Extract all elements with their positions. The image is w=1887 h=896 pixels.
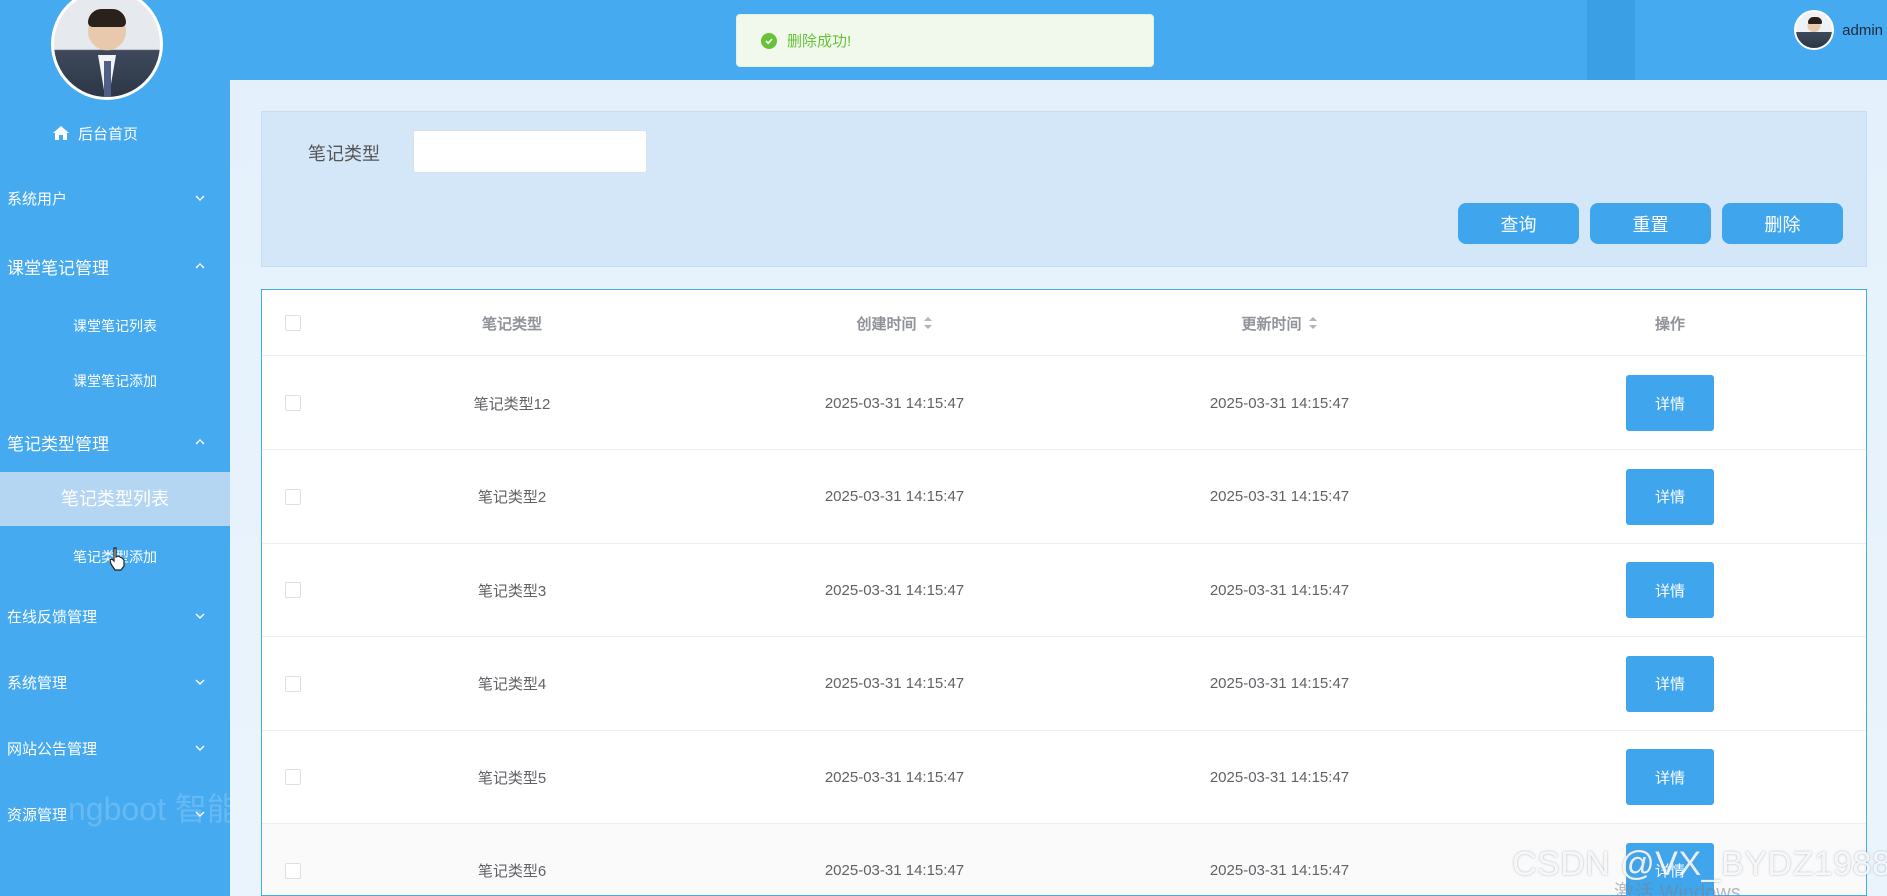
table-header: 笔记类型 创建时间 更新时间 操作 xyxy=(262,290,1866,356)
chevron-down-icon xyxy=(194,610,206,622)
row-checkbox[interactable] xyxy=(285,582,301,598)
menu-label: 网站公告管理 xyxy=(7,740,98,758)
query-button[interactable]: 查询 xyxy=(1458,203,1579,244)
cell-created-time: 2025-03-31 14:15:47 xyxy=(824,675,965,692)
cell-updated-time: 2025-03-31 14:15:47 xyxy=(1209,394,1350,412)
row-checkbox[interactable] xyxy=(285,862,301,879)
success-toast: 删除成功! xyxy=(736,14,1154,67)
cell-note-type: 笔记类型2 xyxy=(477,489,547,506)
cell-created-time: 2025-03-31 14:15:47 xyxy=(824,488,965,505)
cell-created-time: 2025-03-31 14:15:47 xyxy=(824,581,965,599)
column-header-updated[interactable]: 更新时间 xyxy=(1087,290,1472,356)
table-row: 笔记类型12 2025-03-31 14:15:47 2025-03-31 14:1… xyxy=(262,356,1866,450)
cell-updated-time: 2025-03-31 14:15:47 xyxy=(1209,675,1350,692)
cell-note-type: 笔记类型6 xyxy=(477,863,547,880)
topbar-divider xyxy=(1587,0,1635,80)
sidebar-menu-announcements[interactable]: 网站公告管理 xyxy=(0,736,230,760)
chevron-down-icon xyxy=(194,192,206,204)
menu-label: 系统管理 xyxy=(7,674,68,692)
sidebar-menu-resources[interactable]: 资源管理 xyxy=(0,802,230,826)
chevron-up-icon xyxy=(194,436,206,448)
delete-button[interactable]: 删除 xyxy=(1722,203,1843,244)
reset-button[interactable]: 重置 xyxy=(1590,203,1711,244)
menu-label: 笔记类型管理 xyxy=(7,434,109,454)
search-panel: 笔记类型 查询 重置 删除 xyxy=(261,111,1867,267)
row-checkbox[interactable] xyxy=(285,488,301,505)
sidebar-menu-system-users[interactable]: 系统用户 xyxy=(0,186,230,210)
windows-activation-watermark: 激活 Windows xyxy=(1614,882,1741,896)
cell-note-type: 笔记类型4 xyxy=(477,676,547,693)
menu-label: 系统用户 xyxy=(7,190,68,208)
sidebar-avatar xyxy=(51,0,163,100)
chevron-down-icon xyxy=(194,676,206,688)
chevron-down-icon xyxy=(194,808,206,820)
detail-button[interactable]: 详情 xyxy=(1626,562,1714,618)
user-menu[interactable]: admin xyxy=(1794,10,1887,50)
sidebar-home-link[interactable]: 后台首页 xyxy=(52,122,138,144)
table-row: 笔记类型5 2025-03-31 14:15:47 2025-03-31 14:15… xyxy=(262,730,1866,824)
note-type-search-input[interactable] xyxy=(413,130,647,173)
row-checkbox[interactable] xyxy=(285,769,301,785)
sidebar-menu-system[interactable]: 系统管理 xyxy=(0,670,230,694)
data-table: 笔记类型 创建时间 更新时间 操作 笔记类型12 2025-03-31 14:15… xyxy=(261,289,1867,896)
sidebar-item-note-types-list[interactable]: 笔记类型列表 xyxy=(0,472,230,526)
row-checkbox[interactable] xyxy=(285,395,301,411)
search-label: 笔记类型 xyxy=(308,144,380,164)
toast-message: 删除成功! xyxy=(787,33,852,50)
sidebar-item-class-notes-list[interactable]: 课堂笔记列表 xyxy=(0,316,230,336)
cell-note-type: 笔记类型12 xyxy=(473,395,551,413)
sidebar: 后台首页 系统用户 课堂笔记管理 课堂笔记列表 课堂笔记添加 笔记类型管理 笔记… xyxy=(0,0,230,896)
cell-actions: 详情 xyxy=(1472,543,1866,637)
sidebar-menu-note-types[interactable]: 笔记类型管理 xyxy=(0,429,230,455)
table-row: 笔记类型3 2025-03-31 14:15:47 2025-03-31 14:15… xyxy=(262,543,1866,637)
detail-button[interactable]: 详情 xyxy=(1626,749,1714,805)
chevron-down-icon xyxy=(194,742,206,754)
home-icon xyxy=(52,125,70,141)
cell-created-time: 2025-03-31 14:15:47 xyxy=(824,862,965,879)
table-row: 笔记类型2 2025-03-31 14:15:47 2025-03-31 14:15… xyxy=(262,450,1866,544)
check-circle-icon xyxy=(761,32,777,49)
sort-icon[interactable] xyxy=(923,315,933,331)
avatar-image xyxy=(54,0,160,97)
cell-note-type: 笔记类型5 xyxy=(477,769,547,787)
cell-note-type: 笔记类型3 xyxy=(477,582,547,600)
menu-label: 资源管理 xyxy=(7,806,68,824)
sidebar-menu-class-notes[interactable]: 课堂笔记管理 xyxy=(0,253,230,279)
sidebar-item-class-notes-add[interactable]: 课堂笔记添加 xyxy=(0,371,230,391)
row-checkbox[interactable] xyxy=(285,675,301,692)
column-header-actions: 操作 xyxy=(1654,315,1685,333)
cell-updated-time: 2025-03-31 14:15:47 xyxy=(1209,488,1350,505)
sort-icon[interactable] xyxy=(1308,315,1318,331)
cell-created-time: 2025-03-31 14:15:47 xyxy=(824,394,965,412)
cell-actions: 详情 xyxy=(1472,356,1866,450)
menu-label: 课堂笔记管理 xyxy=(7,258,109,278)
cell-actions: 详情 xyxy=(1472,637,1866,731)
detail-button[interactable]: 详情 xyxy=(1626,655,1714,712)
chevron-up-icon xyxy=(194,260,206,272)
cell-actions: 详情 xyxy=(1472,730,1866,824)
cell-updated-time: 2025-03-31 14:15:47 xyxy=(1209,862,1350,879)
column-header-created[interactable]: 创建时间 xyxy=(702,290,1087,356)
home-label: 后台首页 xyxy=(78,125,139,143)
cell-actions: 详情 xyxy=(1472,450,1866,544)
cell-updated-time: 2025-03-31 14:15:47 xyxy=(1209,768,1350,786)
mouse-cursor-icon xyxy=(108,546,126,572)
menu-label: 在线反馈管理 xyxy=(7,608,98,626)
select-all-checkbox[interactable] xyxy=(285,315,301,331)
detail-button[interactable]: 详情 xyxy=(1626,468,1714,525)
sidebar-menu-feedback[interactable]: 在线反馈管理 xyxy=(0,604,230,628)
cell-updated-time: 2025-03-31 14:15:47 xyxy=(1209,581,1350,599)
cell-created-time: 2025-03-31 14:15:47 xyxy=(824,768,965,786)
detail-button[interactable]: 详情 xyxy=(1626,375,1714,431)
table-row: 笔记类型4 2025-03-31 14:15:47 2025-03-31 14:15… xyxy=(262,637,1866,731)
user-avatar xyxy=(1794,10,1835,50)
column-header-type: 笔记类型 xyxy=(481,315,542,333)
username: admin xyxy=(1842,21,1883,39)
